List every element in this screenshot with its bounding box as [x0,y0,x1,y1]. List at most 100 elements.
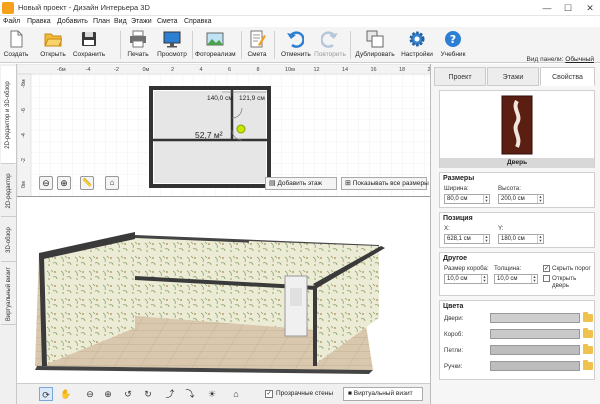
width-input[interactable]: 80,0 см ▲ ▼ [444,194,490,204]
rotate-right-button[interactable]: ↻ [141,387,155,401]
home-3d-button[interactable]: ⌂ [229,387,243,401]
minimize-button[interactable]: — [540,2,554,14]
zoom-out-icon: ⊖ [86,389,94,399]
sizes-section: Размеры Ширина: 80,0 см ▲ ▼ Высота: 200,0 … [439,172,595,208]
toolbar: Создать Открыть Сохранить Печать Просмот… [0,27,600,63]
photo-icon [206,32,224,46]
floppy-disk-icon [82,32,96,46]
tutorial-button[interactable]: ? Учебник [438,29,468,61]
ruler-y-label: -6 [21,108,27,113]
home-view-button[interactable]: ⌂ [105,176,119,190]
handles-color-folder-icon[interactable] [583,360,593,370]
tab-virtual-visit[interactable]: Виртуальный визит [1,263,16,325]
light-button[interactable]: ☀ [205,387,219,401]
tab-floors[interactable]: Этажи [487,67,539,86]
menu-add[interactable]: Добавить [57,16,88,27]
preview-button[interactable]: Просмотр [156,29,188,61]
zoom-out-button[interactable]: ⊖ [39,176,53,190]
thickness-input[interactable]: 10,0 см ▲ ▼ [494,274,538,284]
tilt-up-button[interactable]: ⤴ [163,387,177,401]
rotate-left-button[interactable]: ↺ [121,387,135,401]
room-model-3d [35,232,385,374]
photorealism-button[interactable]: Фотореализм [195,29,236,61]
menu-help[interactable]: Справка [184,16,211,27]
hide-threshold-checkbox[interactable]: ✓ [543,265,550,272]
transparent-walls-checkbox[interactable]: ✓ [265,390,273,398]
handles-color-swatch[interactable] [490,361,580,371]
menu-view[interactable]: Вид [114,16,127,27]
view-mode-button[interactable]: ⟳ [39,387,53,401]
ruler-horizontal [17,64,430,75]
frame-size-input[interactable]: 10,0 см ▲ ▼ [444,274,488,284]
menu-plan[interactable]: План [93,16,110,27]
estimate-pencil-icon [250,30,266,48]
estimate-button[interactable]: Смета [245,29,269,61]
redo-arrow-icon [321,31,338,48]
show-all-dimensions-button[interactable]: ⊞ Показывать все размеры [341,177,429,190]
pan-hand-button[interactable]: ✋ [59,387,73,401]
title-bar: Новый проект - Дизайн Интерьера 3D — ☐ ✕ [0,0,600,16]
door-color-swatch[interactable] [490,313,580,323]
menu-file[interactable]: Файл [3,16,20,27]
open-button[interactable]: Открыть [38,29,68,61]
menu-estimate[interactable]: Смета [157,16,178,27]
rotate-left-icon: ↺ [124,389,132,399]
save-button[interactable]: Сохранить [72,29,106,61]
area-label: 52,7 м² [195,130,223,140]
maximize-button[interactable]: ☐ [561,2,575,14]
hand-icon: ✋ [60,389,72,399]
position-y-input[interactable]: 180,0 см ▲ ▼ [498,234,544,244]
ruler-x-label: 18 [399,67,405,73]
frame-color-folder-icon[interactable] [583,328,593,338]
position-section: Позиция X: 628,1 см ▲ ▼ Y: 180,0 см ▲ ▼ [439,212,595,248]
zoom-out-3d-button[interactable]: ⊖ [83,387,97,401]
tab-properties[interactable]: Свойства [540,67,595,86]
ruler-x-label: 12 [314,67,320,73]
settings-button[interactable]: Настройки [400,29,434,61]
tab-project[interactable]: Проект [434,67,486,86]
object-preview: Дверь [439,90,595,168]
menu-floors[interactable]: Этажи [131,16,152,27]
position-x-input[interactable]: 628,1 см ▲ ▼ [444,234,490,244]
scene-3d-canvas[interactable] [17,198,430,383]
folder-open-icon [44,33,62,47]
object-name: Дверь [440,158,594,168]
ruler-x-label: -2 [114,67,119,73]
ruler-x-label: -6м [57,67,66,73]
tab-2d-and-3d[interactable]: 2D-редактор и 3D-обзор [1,66,16,164]
3d-view-icon: ⟳ [42,390,50,400]
hinges-color-swatch[interactable] [490,345,580,355]
redo-button[interactable]: Повторить [313,29,347,61]
svg-text:?: ? [450,33,456,46]
print-button[interactable]: Печать [124,29,152,61]
tab-3d-view[interactable]: 3D-обзор [1,218,16,262]
printer-icon [130,30,146,48]
selected-door-handle[interactable] [236,124,246,134]
ruler-x-label: 6 [228,67,231,73]
home-icon: ⌂ [109,178,115,187]
virtual-visit-button[interactable]: ■ Виртуальный визит [343,387,423,401]
tab-2d-editor[interactable]: 2D-редактор [1,165,16,217]
add-floor-button[interactable]: ▤ Добавить этаж [265,177,337,190]
tilt-down-button[interactable]: ⤵ [183,387,197,401]
ruler-x-label: -4 [86,67,91,73]
view-panel-value-link[interactable]: Обычный [565,56,594,63]
view-3d[interactable] [17,198,430,383]
transparent-walls-label: Прозрачные стены [276,390,333,397]
zoom-in-3d-button[interactable]: ⊕ [101,387,115,401]
menu-edit[interactable]: Правка [27,16,51,27]
hinges-color-folder-icon[interactable] [583,344,593,354]
open-door-checkbox[interactable] [543,275,550,282]
create-button[interactable]: Создать [3,29,29,61]
app-icon [2,2,14,14]
frame-color-swatch[interactable] [490,329,580,339]
ruler-icon: 📏 [82,178,92,187]
close-button[interactable]: ✕ [583,2,597,14]
zoom-in-button[interactable]: ⊕ [57,176,71,190]
plan-2d-editor[interactable]: -6м-4-20м246810м1214161820м -8м-6-4-20м … [17,64,430,197]
duplicate-button[interactable]: Дублировать [355,29,395,61]
door-color-folder-icon[interactable] [583,312,593,322]
undo-button[interactable]: Отменить [281,29,311,61]
height-input[interactable]: 200,0 см ▲ ▼ [498,194,544,204]
measure-button[interactable]: 📏 [80,176,94,190]
